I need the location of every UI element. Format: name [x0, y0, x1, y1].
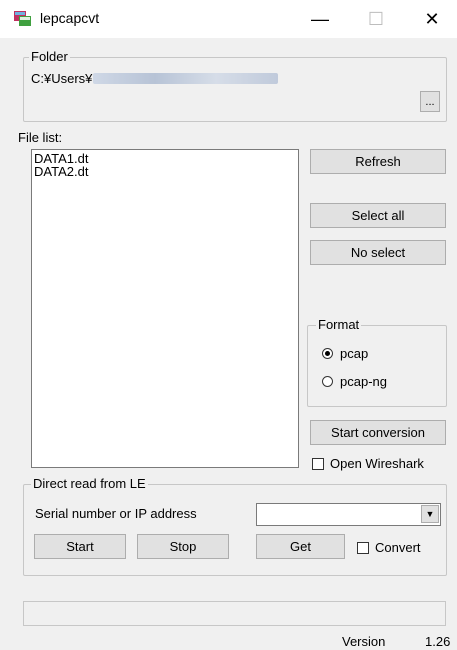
serial-label: Serial number or IP address: [35, 506, 197, 521]
get-button[interactable]: Get: [256, 534, 345, 559]
open-wireshark-label: Open Wireshark: [330, 456, 424, 471]
file-list-label: File list:: [18, 130, 63, 145]
pcapng-label: pcap-ng: [340, 374, 387, 389]
maximize-button[interactable]: ☐: [353, 0, 399, 38]
version-number: 1.26: [425, 634, 451, 649]
format-legend: Format: [316, 317, 362, 332]
minimize-button[interactable]: —: [297, 0, 343, 38]
minimize-icon: —: [311, 8, 329, 29]
convert-checkbox[interactable]: [357, 541, 369, 554]
serial-input[interactable]: [259, 506, 423, 525]
window-title: lepcapcvt: [40, 10, 100, 26]
app-icon: [14, 11, 32, 27]
pcap-label: pcap: [340, 346, 369, 361]
chevron-down-icon: ▼: [425, 509, 435, 519]
file-list[interactable]: DATA1.dt DATA2.dt: [31, 149, 299, 468]
maximize-icon: ☐: [367, 8, 385, 29]
pcap-radio[interactable]: [322, 348, 333, 359]
convert-label: Convert: [375, 540, 421, 555]
progress-bar: [23, 601, 446, 626]
list-item[interactable]: DATA2.dt: [32, 165, 298, 178]
pcapng-radio[interactable]: [322, 376, 333, 387]
open-wireshark-checkbox[interactable]: [312, 457, 324, 470]
combo-dropdown-button[interactable]: ▼: [421, 505, 439, 523]
stop-button[interactable]: Stop: [137, 534, 229, 559]
start-conversion-button[interactable]: Start conversion: [310, 420, 446, 445]
folder-path: C:¥Users¥: [31, 71, 279, 86]
format-option-pcapng[interactable]: pcap-ng: [322, 374, 387, 389]
start-button[interactable]: Start: [34, 534, 126, 559]
folder-path-prefix: C:¥Users¥: [31, 71, 93, 86]
direct-read-legend: Direct read from LE: [31, 476, 148, 491]
close-icon: ✕: [424, 8, 440, 29]
format-option-pcap[interactable]: pcap: [322, 346, 368, 361]
open-wireshark-option[interactable]: Open Wireshark: [312, 456, 424, 471]
folder-group: [23, 57, 447, 122]
refresh-button[interactable]: Refresh: [310, 149, 446, 174]
close-button[interactable]: ✕: [409, 0, 455, 38]
no-select-button[interactable]: No select: [310, 240, 446, 265]
convert-option[interactable]: Convert: [357, 540, 421, 555]
format-group: [307, 325, 447, 407]
folder-path-redacted: [93, 73, 279, 84]
select-all-button[interactable]: Select all: [310, 203, 446, 228]
serial-combobox[interactable]: ▼: [256, 503, 441, 526]
version-label: Version: [342, 634, 386, 649]
folder-legend: Folder: [29, 49, 70, 64]
direct-read-group: [23, 484, 447, 576]
browse-button[interactable]: ...: [420, 91, 440, 112]
